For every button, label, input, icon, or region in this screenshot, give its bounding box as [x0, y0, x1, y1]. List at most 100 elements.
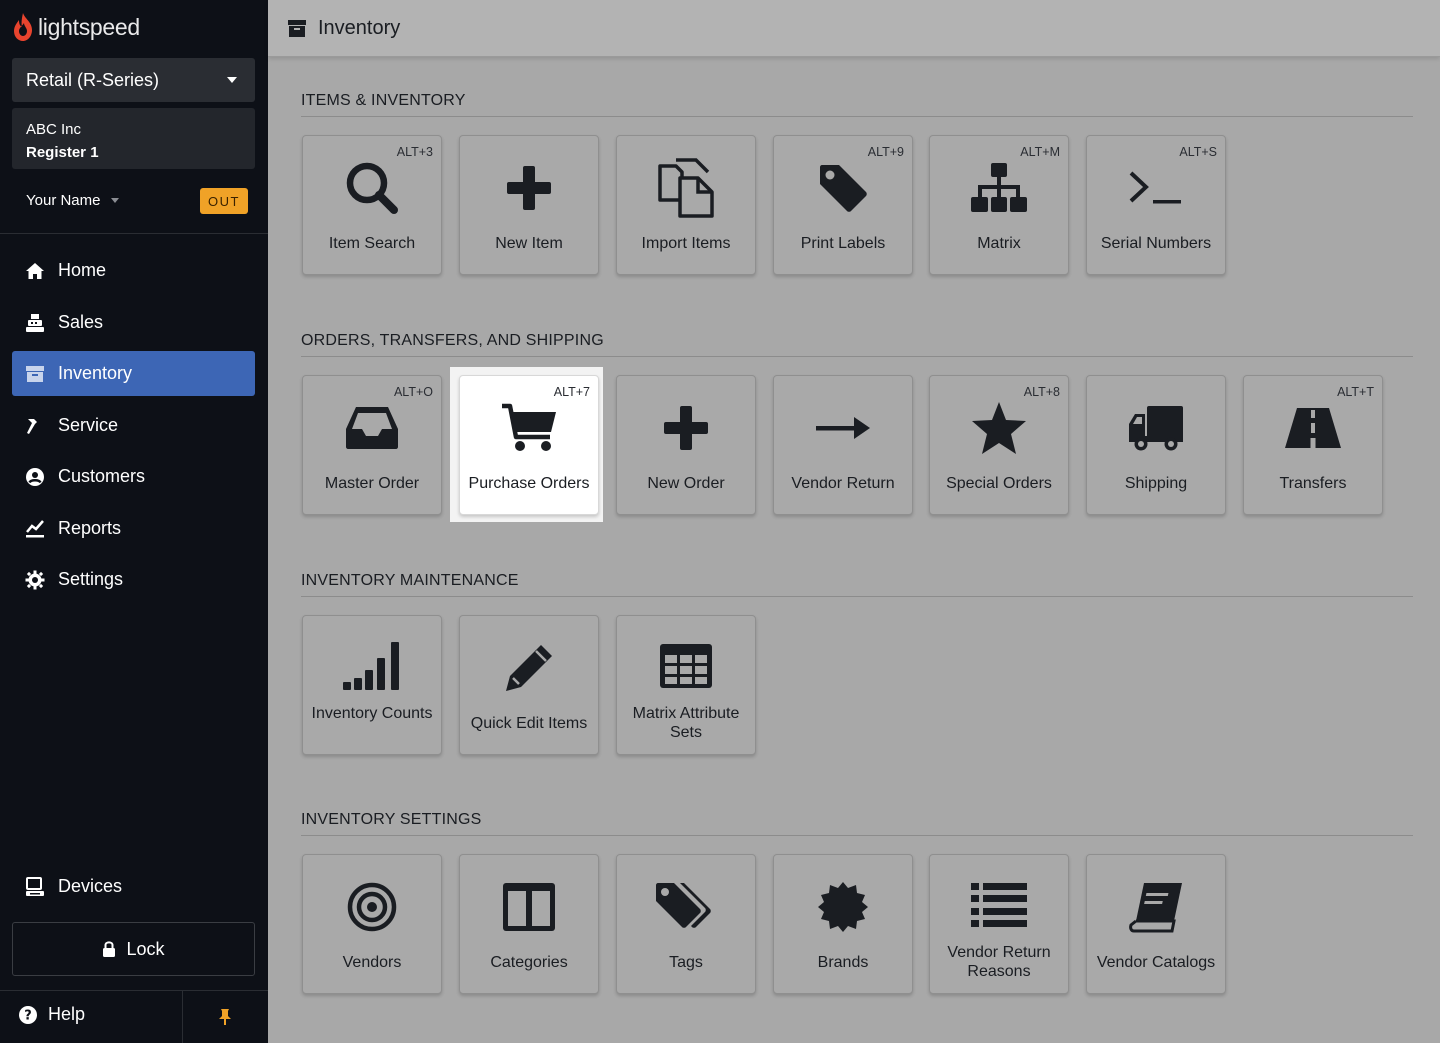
tile-label: Quick Edit Items — [470, 715, 588, 732]
shortcut-label: ALT+8 — [1023, 385, 1060, 399]
flame-icon — [12, 12, 34, 42]
tile-categories[interactable]: Categories — [459, 854, 599, 994]
shortcut-label: ALT+S — [1179, 145, 1217, 159]
shortcut-label: ALT+O — [393, 385, 433, 399]
section-title-orders: ORDERS, TRANSFERS, AND SHIPPING — [301, 332, 604, 349]
tile-serial-numbers[interactable]: ALT+S Serial Numbers — [1086, 135, 1226, 275]
question-circle-icon: ? — [18, 1005, 38, 1025]
tile-new-order[interactable]: New Order — [616, 375, 756, 515]
tile-label: New Order — [647, 475, 725, 492]
plus-icon — [617, 398, 755, 458]
sidebar: lightspeed Retail (R-Series) ABC Inc Reg… — [0, 0, 268, 1043]
star-icon — [930, 398, 1068, 458]
columns-icon — [460, 877, 598, 937]
tile-matrix[interactable]: ALT+M Matrix — [929, 135, 1069, 275]
plus-icon — [460, 158, 598, 218]
help-button[interactable]: ? Help — [18, 1004, 85, 1025]
sidebar-item-service[interactable]: Service — [12, 403, 255, 448]
tile-new-item[interactable]: New Item — [459, 135, 599, 275]
pencil-icon — [460, 638, 598, 698]
tile-master-order[interactable]: ALT+O Master Order — [302, 375, 442, 515]
sidebar-item-home[interactable]: Home — [12, 248, 255, 293]
pin-icon[interactable] — [217, 1008, 233, 1026]
sidebar-item-settings[interactable]: Settings — [12, 557, 255, 602]
gear-icon — [24, 569, 46, 591]
shortcut-label: ALT+3 — [396, 145, 433, 159]
clock-out-badge[interactable]: OUT — [200, 188, 248, 214]
tile-quick-edit-items[interactable]: Quick Edit Items — [459, 615, 599, 755]
section-title-settings: INVENTORY SETTINGS — [301, 811, 482, 828]
truck-icon — [1087, 398, 1225, 458]
section-divider — [301, 596, 1413, 597]
sidebar-item-label: Sales — [58, 312, 104, 332]
tile-import-items[interactable]: Import Items — [616, 135, 756, 275]
tile-label: Master Order — [324, 475, 420, 492]
tile-label: Vendor Return — [791, 475, 895, 492]
sidebar-item-sales[interactable]: Sales — [12, 300, 255, 345]
product-selector[interactable]: Retail (R-Series) — [12, 58, 255, 102]
user-name: Your Name — [26, 192, 101, 209]
tile-label: Categories — [490, 954, 568, 971]
register-icon — [24, 312, 46, 334]
tile-label: Vendor Catalogs — [1096, 954, 1216, 971]
help-label: Help — [48, 1004, 86, 1024]
signal-bars-icon — [303, 636, 441, 696]
lightspeed-logo[interactable]: lightspeed — [12, 12, 140, 42]
tile-label: Tags — [669, 954, 703, 971]
user-menu[interactable]: Your Name — [26, 192, 119, 209]
tile-inventory-counts[interactable]: Inventory Counts — [302, 615, 442, 755]
tile-shipping[interactable]: Shipping — [1086, 375, 1226, 515]
tile-item-search[interactable]: ALT+3 Item Search — [302, 135, 442, 275]
sidebar-item-reports[interactable]: Reports — [12, 506, 255, 551]
chart-icon — [24, 518, 46, 540]
tile-label: Matrix Attribute Sets — [632, 705, 740, 741]
brand-name: lightspeed — [38, 13, 140, 40]
page-title: Inventory — [318, 16, 401, 39]
help-separator — [182, 990, 183, 1043]
devices-icon — [24, 876, 46, 898]
tile-purchase-orders[interactable]: ALT+7 Purchase Orders — [459, 375, 599, 515]
tile-vendor-catalogs[interactable]: Vendor Catalogs — [1086, 854, 1226, 994]
tile-label: Special Orders — [946, 475, 1052, 492]
sidebar-item-label: Service — [58, 415, 119, 435]
tile-vendors[interactable]: Vendors — [302, 854, 442, 994]
tile-label: Import Items — [641, 235, 731, 252]
tile-label: Inventory Counts — [311, 705, 433, 722]
inventory-icon — [288, 19, 306, 37]
sidebar-item-devices[interactable]: Devices — [12, 864, 255, 909]
caret-down-icon — [227, 77, 237, 83]
sidebar-item-customers[interactable]: Customers — [12, 454, 255, 499]
tile-vendor-return[interactable]: Vendor Return — [773, 375, 913, 515]
svg-text:?: ? — [24, 1008, 32, 1023]
section-divider — [301, 835, 1413, 836]
register-name: Register 1 — [26, 144, 99, 161]
tile-matrix-attribute-sets[interactable]: Matrix Attribute Sets — [616, 615, 756, 755]
section-title-maintenance: INVENTORY MAINTENANCE — [301, 572, 519, 589]
tile-label: Vendors — [342, 954, 402, 971]
user-circle-icon — [24, 466, 46, 488]
sidebar-item-label: Inventory — [58, 363, 133, 383]
caret-down-icon — [110, 198, 119, 203]
tile-special-orders[interactable]: ALT+8 Special Orders — [929, 375, 1069, 515]
tile-label: Serial Numbers — [1100, 235, 1212, 252]
tile-vendor-return-reasons[interactable]: Vendor Return Reasons — [929, 854, 1069, 994]
tile-tags[interactable]: Tags — [616, 854, 756, 994]
sidebar-item-label: Settings — [58, 569, 124, 589]
home-icon — [24, 260, 46, 282]
sidebar-item-inventory[interactable]: Inventory — [12, 351, 255, 396]
tile-transfers[interactable]: ALT+T Transfers — [1243, 375, 1383, 515]
tile-label: Transfers — [1279, 475, 1347, 492]
bullseye-icon — [303, 877, 441, 937]
sidebar-item-label: Devices — [58, 876, 123, 896]
lock-button[interactable]: Lock — [12, 922, 255, 976]
tile-label: Brands — [817, 954, 869, 971]
shortcut-label: ALT+T — [1337, 385, 1374, 399]
shortcut-label: ALT+9 — [867, 145, 904, 159]
tag-icon — [774, 158, 912, 218]
tile-print-labels[interactable]: ALT+9 Print Labels — [773, 135, 913, 275]
tile-label: Purchase Orders — [468, 475, 590, 492]
sidebar-divider — [0, 990, 268, 991]
sidebar-divider — [0, 233, 268, 234]
store-register-info[interactable]: ABC Inc Register 1 — [12, 108, 255, 169]
tile-brands[interactable]: Brands — [773, 854, 913, 994]
